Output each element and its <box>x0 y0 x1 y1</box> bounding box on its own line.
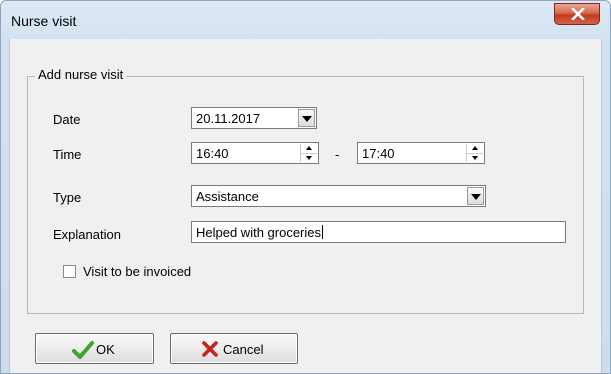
time-from-increment[interactable] <box>301 144 317 153</box>
dialog-window: Nurse visit Add nurse visit Date 20.11.2… <box>0 0 611 374</box>
time-to-decrement[interactable] <box>467 153 483 163</box>
cancel-button[interactable]: Cancel <box>170 333 298 364</box>
date-picker[interactable]: 20.11.2017 <box>191 107 317 129</box>
check-icon <box>72 341 94 359</box>
time-to-increment[interactable] <box>467 144 483 153</box>
time-to-spinner[interactable]: 17:40 <box>357 142 485 164</box>
text-caret <box>322 225 324 239</box>
type-select[interactable]: Assistance <box>191 185 486 207</box>
time-separator: - <box>335 147 340 162</box>
group-legend: Add nurse visit <box>35 67 127 82</box>
ok-button[interactable]: OK <box>35 333 154 364</box>
date-value: 20.11.2017 <box>196 111 261 126</box>
chevron-down-icon <box>471 194 481 200</box>
explanation-input[interactable]: Helped with groceries <box>191 221 566 243</box>
spin-up-icon <box>472 146 478 150</box>
spin-up-icon <box>306 146 312 150</box>
cancel-x-icon <box>202 341 218 357</box>
ok-label: OK <box>96 342 115 357</box>
type-dropdown-button[interactable] <box>467 187 484 205</box>
time-from-value: 16:40 <box>196 146 229 161</box>
date-dropdown-button[interactable] <box>298 109 315 127</box>
spin-down-icon <box>306 156 312 160</box>
spin-down-icon <box>472 156 478 160</box>
time-from-spinner[interactable]: 16:40 <box>191 142 319 164</box>
close-button[interactable] <box>554 3 600 25</box>
window-title: Nurse visit <box>11 13 77 29</box>
type-label: Type <box>53 190 82 205</box>
time-to-value: 17:40 <box>362 146 395 161</box>
cancel-label: Cancel <box>223 342 264 357</box>
type-value: Assistance <box>196 189 259 204</box>
title-bar[interactable]: Nurse visit <box>1 1 610 39</box>
invoice-label[interactable]: Visit to be invoiced <box>83 264 191 279</box>
close-icon <box>571 8 585 20</box>
date-label: Date <box>53 112 81 127</box>
time-from-decrement[interactable] <box>301 153 317 163</box>
explanation-value: Helped with groceries <box>196 225 322 240</box>
explanation-label: Explanation <box>53 227 121 242</box>
invoice-checkbox[interactable] <box>63 265 76 278</box>
time-label: Time <box>53 147 82 162</box>
chevron-down-icon <box>302 116 312 122</box>
